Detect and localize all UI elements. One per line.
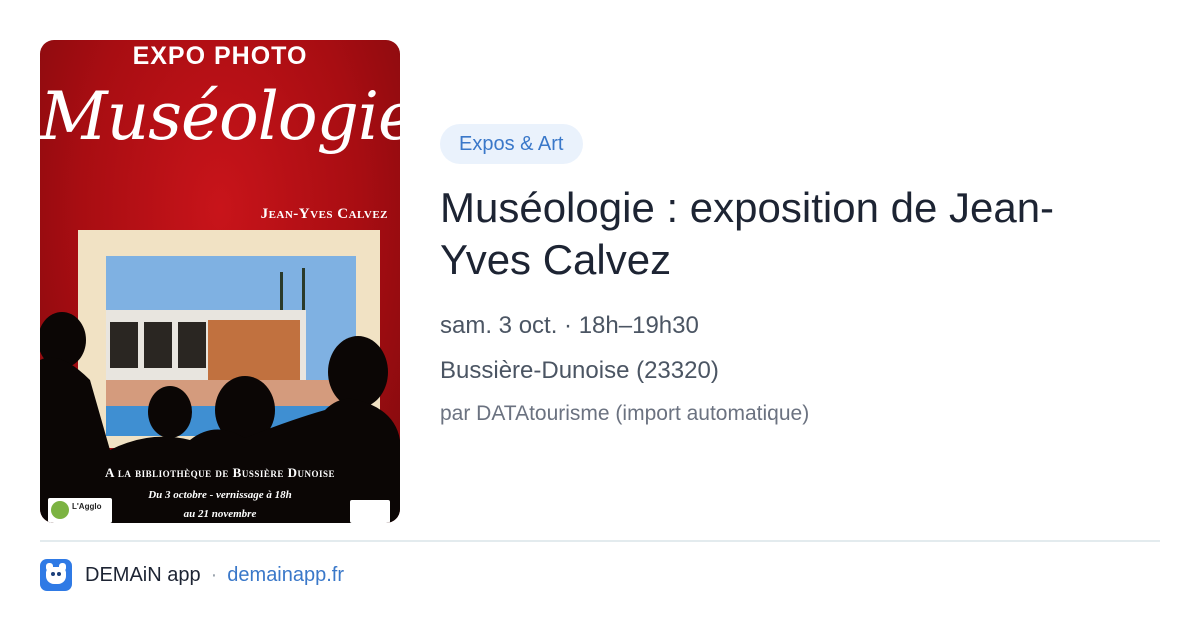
poster-heading: EXPO PHOTO [132, 42, 308, 70]
village-logo [350, 500, 390, 523]
app-url-link[interactable]: demainapp.fr [227, 564, 344, 587]
poster-venue: A la bibliothèque de Bussière Dunoise [104, 465, 336, 480]
event-location: Bussière-Dunoise (23320) [440, 357, 719, 384]
leaf-icon [51, 501, 69, 519]
agglo-logo: L'Agglo [48, 498, 112, 523]
category-badge[interactable]: Expos & Art [440, 124, 583, 164]
app-name: DEMAiN app [85, 563, 201, 586]
poster-artist: Jean-Yves Calvez [260, 206, 388, 222]
poster-script-title: Muséologie [40, 78, 400, 155]
event-title[interactable]: Muséologie : exposition de Jean-Yves Cal… [440, 182, 1140, 286]
event-poster-image[interactable]: EXPO PHOTO Muséologie Jean-Yves Calvez A… [40, 40, 400, 523]
bear-face-icon [40, 559, 72, 591]
event-source: par DATAtourisme (import automatique) [440, 402, 810, 425]
site-footer: DEMAiN app · demainapp.fr [40, 559, 344, 591]
footer-divider [40, 540, 1160, 542]
footer-separator: · [210, 563, 218, 586]
event-datetime: sam. 3 oct. · 18h–19h30 [440, 312, 699, 339]
